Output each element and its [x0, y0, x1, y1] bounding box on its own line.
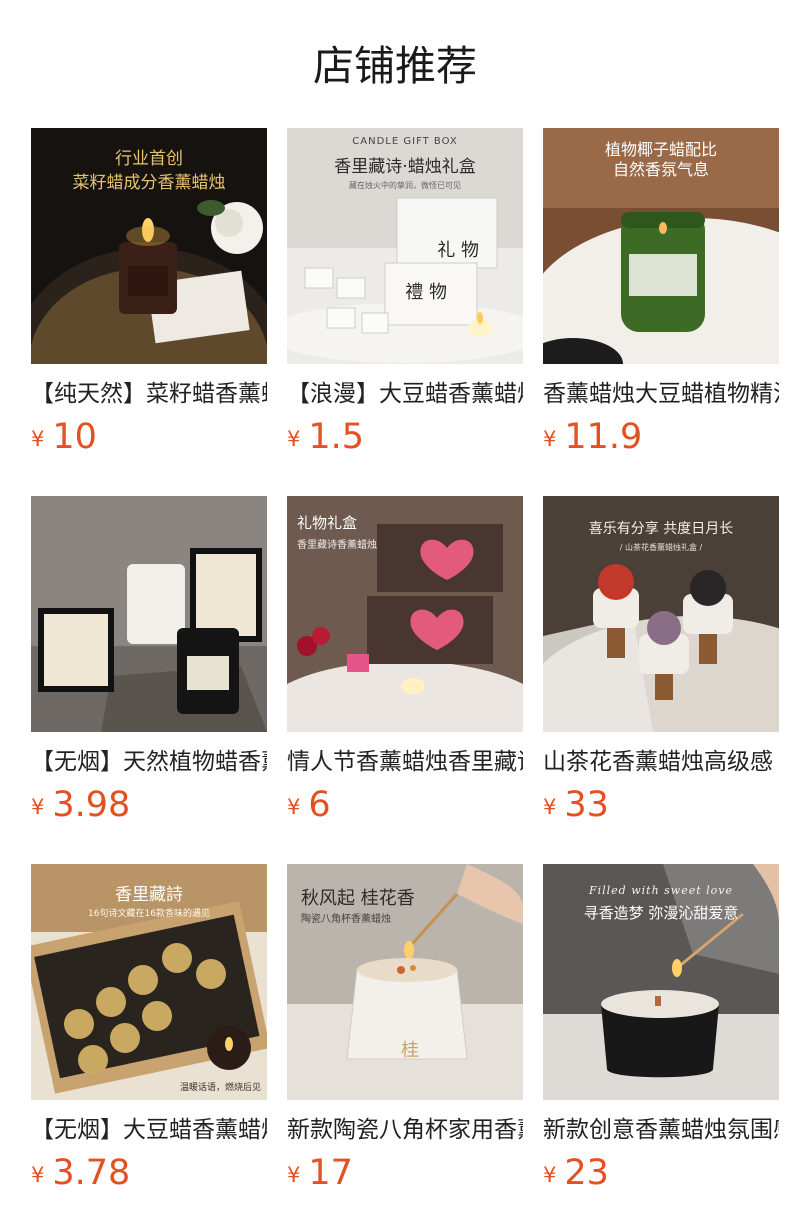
product-image[interactable]: 礼物礼盒 香里藏诗香薰蜡烛 [287, 496, 523, 732]
product-price: ¥11.9 [543, 417, 779, 463]
image-subline: 藏在烛火中的挚润，微怪已可见 [349, 181, 461, 190]
image-headline: 礼物礼盒 [297, 514, 358, 532]
cup-emblem: 桂 [401, 1040, 419, 1061]
product-price: ¥33 [543, 785, 779, 831]
currency-symbol: ¥ [31, 1163, 45, 1187]
product-card[interactable]: 植物椰子蜡配比 自然香氛气息 香薰蜡烛大豆蜡植物精油 ¥11.9 [543, 128, 779, 469]
price-value: 6 [308, 785, 331, 825]
product-card[interactable]: 喜乐有分享 共度日月长 / 山茶花香薰蜡烛礼盒 / 山茶花香薰蜡烛高级感 ¥33 [543, 496, 779, 837]
image-headline: 喜乐有分享 共度日月长 [588, 521, 734, 537]
image-subline: / 山茶花香薰蜡烛礼盒 / [619, 543, 703, 552]
product-price: ¥3.78 [31, 1153, 267, 1199]
box-label-bottom: 禮 物 [405, 282, 447, 303]
product-image[interactable]: CANDLE GIFT BOX 香里藏诗·蜡烛礼盒 藏在烛火中的挚润，微怪已可见… [287, 128, 523, 364]
product-grid: 行业首创 菜籽蜡成分香薰蜡烛 【纯天然】菜籽蜡香薰蜡烛 ¥10 [31, 128, 779, 1205]
product-price: ¥3.98 [31, 785, 267, 831]
image-subline: 16句诗文藏在16款香味的遇见 [88, 909, 210, 919]
currency-symbol: ¥ [287, 427, 301, 451]
product-name[interactable]: 山茶花香薰蜡烛高级感 [543, 746, 779, 778]
currency-symbol: ¥ [543, 1163, 557, 1187]
product-name[interactable]: 【无烟】大豆蜡香薰蜡烛 [31, 1114, 267, 1146]
image-subline: 香里藏诗香薰蜡烛 [297, 540, 377, 551]
currency-symbol: ¥ [287, 795, 301, 819]
product-price: ¥10 [31, 417, 267, 463]
product-name[interactable]: 情人节香薰蜡烛香里藏诗 [287, 746, 523, 778]
price-value: 3.98 [52, 785, 131, 825]
product-image[interactable]: 植物椰子蜡配比 自然香氛气息 [543, 128, 779, 364]
image-headline: 秋风起 桂花香 [301, 888, 415, 909]
product-image[interactable] [31, 496, 267, 732]
product-name[interactable]: 新款陶瓷八角杯家用香薰 [287, 1114, 523, 1146]
product-price: ¥17 [287, 1153, 523, 1199]
product-name[interactable]: 【纯天然】菜籽蜡香薰蜡烛 [31, 378, 267, 410]
product-price: ¥23 [543, 1153, 779, 1199]
currency-symbol: ¥ [543, 427, 557, 451]
product-image[interactable]: 秋风起 桂花香 陶瓷八角杯香薰蜡烛 桂 [287, 864, 523, 1100]
image-subline: 菜籽蜡成分香薰蜡烛 [72, 173, 226, 193]
product-card[interactable]: 香里藏詩 16句诗文藏在16款香味的遇见 温暖话语，燃烧后见 【无烟】大豆蜡香薰… [31, 864, 267, 1205]
section-title: 店铺推荐 [313, 42, 477, 90]
product-image[interactable]: 喜乐有分享 共度日月长 / 山茶花香薰蜡烛礼盒 / [543, 496, 779, 732]
image-headline: 香里藏诗·蜡烛礼盒 [334, 157, 476, 177]
image-headline: 香里藏詩 [115, 885, 183, 905]
product-name[interactable]: 香薰蜡烛大豆蜡植物精油 [543, 378, 779, 410]
image-footnote: 温暖话语，燃烧后见 [179, 1083, 261, 1093]
product-card[interactable]: 礼物礼盒 香里藏诗香薰蜡烛 情人节香薰蜡烛香里藏诗 ¥6 [287, 496, 523, 837]
product-name[interactable]: 新款创意香薰蜡烛氛围感 [543, 1114, 779, 1146]
image-subline: 陶瓷八角杯香薰蜡烛 [301, 914, 391, 925]
product-price: ¥1.5 [287, 417, 523, 463]
currency-symbol: ¥ [287, 1163, 301, 1187]
image-subline: 自然香氛气息 [612, 160, 709, 179]
product-card[interactable]: CANDLE GIFT BOX 香里藏诗·蜡烛礼盒 藏在烛火中的挚润，微怪已可见… [287, 128, 523, 469]
product-image[interactable]: 行业首创 菜籽蜡成分香薰蜡烛 [31, 128, 267, 364]
product-card[interactable]: 【无烟】天然植物蜡香薰 ¥3.98 [31, 496, 267, 837]
image-headline: 行业首创 [115, 149, 183, 169]
image-tagline: Filled with sweet love [588, 884, 734, 897]
product-image[interactable]: 香里藏詩 16句诗文藏在16款香味的遇见 温暖话语，燃烧后见 [31, 864, 267, 1100]
price-value: 33 [564, 785, 609, 825]
product-name[interactable]: 【浪漫】大豆蜡香薰蜡烛 [287, 378, 523, 410]
currency-symbol: ¥ [31, 427, 45, 451]
product-card[interactable]: 行业首创 菜籽蜡成分香薰蜡烛 【纯天然】菜籽蜡香薰蜡烛 ¥10 [31, 128, 267, 469]
product-name[interactable]: 【无烟】天然植物蜡香薰 [31, 746, 267, 778]
product-image[interactable]: Filled with sweet love 寻香造梦 弥漫沁甜爱意 [543, 864, 779, 1100]
product-card[interactable]: Filled with sweet love 寻香造梦 弥漫沁甜爱意 新款创意香… [543, 864, 779, 1205]
price-value: 10 [52, 417, 97, 457]
product-card[interactable]: 秋风起 桂花香 陶瓷八角杯香薰蜡烛 桂 新款陶瓷八角杯家用香薰 ¥17 [287, 864, 523, 1205]
image-brand: CANDLE GIFT BOX [352, 136, 458, 147]
box-label-top: 礼 物 [437, 240, 479, 261]
price-value: 1.5 [308, 417, 365, 457]
product-price: ¥6 [287, 785, 523, 831]
image-headline: 寻香造梦 弥漫沁甜爱意 [583, 904, 739, 922]
price-value: 23 [564, 1153, 609, 1193]
currency-symbol: ¥ [31, 795, 45, 819]
price-value: 3.78 [52, 1153, 131, 1193]
price-value: 11.9 [564, 417, 643, 457]
shop-recommend-section: 店铺推荐 行业首创 菜籽蜡成分香薰蜡烛 【纯天然】菜籽蜡香薰 ¥ 10 CAND… [0, 0, 790, 1232]
currency-symbol: ¥ [543, 795, 557, 819]
price-value: 17 [308, 1153, 353, 1193]
